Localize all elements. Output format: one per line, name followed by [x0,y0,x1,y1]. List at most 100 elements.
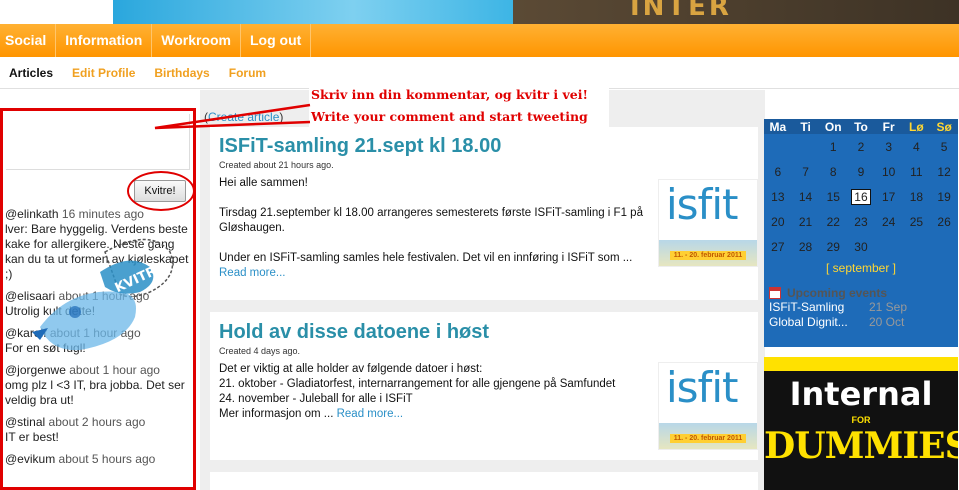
tweet-text: For en søt fugl! [5,341,86,355]
tweet-time: about 2 hours ago [48,415,146,429]
read-more-link[interactable]: Read more... [219,267,285,279]
article-paragraph: 24. november - Juleball for alle i ISFiT [219,393,413,405]
tweet-user[interactable]: @evikum [5,452,55,466]
calendar-day[interactable]: 22 [819,209,847,234]
calendar-day[interactable]: 15 [819,184,847,209]
calendar-day[interactable]: 13 [764,184,792,209]
calendar-day[interactable]: 8 [819,159,847,184]
calendar-day[interactable]: 19 [930,184,958,209]
event-name[interactable]: Global Dignit... [769,315,869,330]
tweet-user[interactable]: @elinkath [5,207,59,221]
article-paragraph: Det er viktig at alle holder av følgende… [219,363,483,375]
calendar-day[interactable]: 6 [764,159,792,184]
calendar-day[interactable]: 27 [764,234,792,259]
article-paragraph: Mer informasjon om ... Read more... [219,408,404,420]
weekday-header: Ma [764,119,792,134]
article-card [210,472,758,490]
calendar-day [930,234,958,259]
calendar-day[interactable]: 2 [847,134,875,159]
isfit-logo-dates: 11. - 20. februar 2011 [669,251,747,260]
calendar-day[interactable]: 4 [903,134,931,159]
calendar-day[interactable]: 17 [875,184,903,209]
calendar-day[interactable]: 3 [875,134,903,159]
calendar-month-link[interactable]: [ september ] [764,261,958,275]
nav-information[interactable]: Information [56,24,153,57]
calendar-day[interactable]: 12 [930,159,958,184]
article-paragraph: Hei alle sammen! [219,177,308,189]
create-article-suffix: ) [279,110,284,124]
tab-edit-profile[interactable]: Edit Profile [72,66,135,80]
tweet-item: @jorgenwe about 1 hour ago omg plz l <3 … [5,363,191,408]
tweet-user[interactable]: @stinal [5,415,45,429]
event-name[interactable]: ISFiT-Samling [769,300,869,315]
tweet-user[interactable]: @elisaari [5,289,55,303]
calendar-day[interactable]: 29 [819,234,847,259]
twitter-panel: Kvitre! @elinkath 16 minutes ago lver: B… [0,108,196,490]
event-row[interactable]: ISFiT-Samling 21 Sep [769,300,958,315]
tweet-item: @elinkath 16 minutes ago lver: Bare hygg… [5,207,191,282]
calendar-day [875,234,903,259]
calendar-day[interactable]: 25 [903,209,931,234]
article-meta: Created 4 days ago. [219,346,301,356]
weekday-header: Lø [902,119,931,134]
nav-log-out[interactable]: Log out [241,24,312,57]
calendar-day[interactable]: 23 [847,209,875,234]
tweet-user[interactable]: @karolf [5,326,47,340]
article-card: ISFiT-samling 21.sept kl 18.00 Created a… [210,127,758,300]
article-title[interactable]: Hold av disse datoene i høst [219,321,758,344]
article-card: Hold av disse datoene i høst Created 4 d… [210,312,758,460]
calendar-day[interactable]: 10 [875,159,903,184]
calendar-day[interactable]: 26 [930,209,958,234]
calendar-day[interactable]: 24 [875,209,903,234]
calendar-day[interactable]: 14 [792,184,820,209]
calendar-day[interactable]: 30 [847,234,875,259]
banner-graphic-dark [513,0,959,24]
create-article: (Create article) [204,110,283,124]
calendar-day[interactable] [764,134,792,159]
calendar-day[interactable]: 11 [903,159,931,184]
calendar-day[interactable]: 20 [764,209,792,234]
ad-line-3: DUMMIES [764,425,958,467]
tweet-user[interactable]: @jorgenwe [5,363,66,377]
article-body: Hei alle sammen! Tirsdag 21.september kl… [219,176,651,281]
article-body: Det er viktig at alle holder av følgende… [219,362,651,422]
calendar-grid: Ma Ti On To Fr Lø Sø 1 2 3 4 5 6 7 8 9 1… [764,119,958,259]
tweet-time: about 1 hour ago [58,289,150,303]
tweet-item: @stinal about 2 hours ago IT er best! [5,415,191,445]
tab-articles[interactable]: Articles [9,66,53,80]
calendar-day[interactable]: 9 [847,159,875,184]
calendar-day-today[interactable]: 16 [847,184,875,209]
calendar-day [903,234,931,259]
annotation-circle [127,171,195,211]
internal-for-dummies-ad[interactable]: Internal FOR DUMMIES [764,357,958,490]
tab-birthdays[interactable]: Birthdays [154,66,209,80]
calendar-day[interactable]: 5 [930,134,958,159]
event-date: 21 Sep [869,300,908,314]
event-row[interactable]: Global Dignit... 20 Oct [769,315,958,330]
create-article-link[interactable]: Create article [208,110,279,124]
header-banner: INTER [0,0,959,24]
banner-graphic [113,0,513,24]
tab-forum[interactable]: Forum [229,66,266,80]
isfit-logo-dates: 11. - 20. februar 2011 [669,434,747,443]
calendar-day[interactable]: 18 [903,184,931,209]
calendar-day[interactable]: 21 [792,209,820,234]
weekday-header: Fr [874,119,903,134]
nav-workroom[interactable]: Workroom [152,24,241,57]
tweet-item: @elisaari about 1 hour ago Utrolig kult … [5,289,191,319]
calendar-day[interactable]: 7 [792,159,820,184]
page: INTER Social Information Workroom Log ou… [0,0,959,490]
tweet-text: omg plz l <3 IT, bra jobba. Det ser veld… [5,378,185,407]
read-more-link[interactable]: Read more... [337,408,403,420]
tweet-input[interactable] [6,114,190,170]
tweet-time: about 5 hours ago [58,452,156,466]
calendar-day[interactable] [792,134,820,159]
nav-social[interactable]: Social [0,24,57,57]
calendar-day[interactable]: 28 [792,234,820,259]
article-title[interactable]: ISFiT-samling 21.sept kl 18.00 [219,135,758,158]
tweet-text: IT er best! [5,430,59,444]
main-nav: Social Information Workroom Log out [0,24,959,57]
event-date: 20 Oct [869,315,905,329]
weekday-header: To [847,119,875,134]
calendar-day[interactable]: 1 [819,134,847,159]
